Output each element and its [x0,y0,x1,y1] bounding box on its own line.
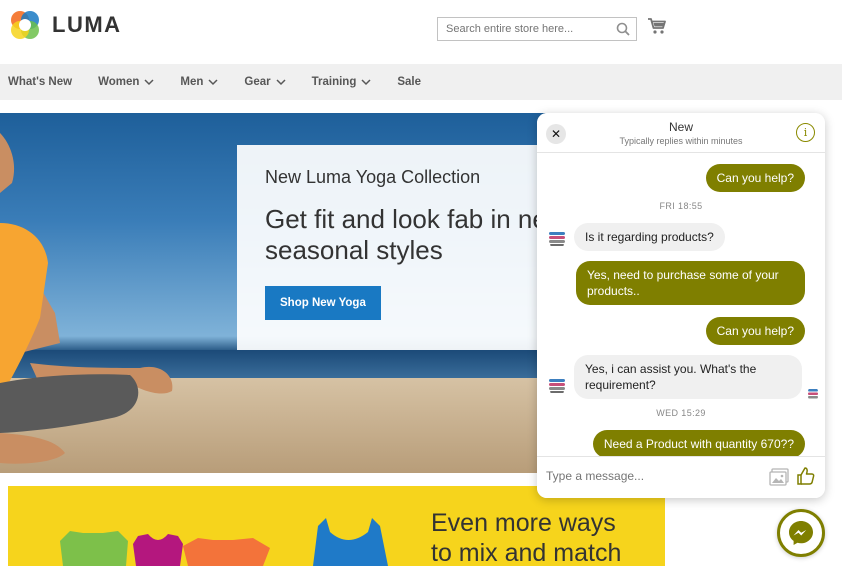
messenger-chat-window: ✕ New Typically replies within minutes i… [537,113,825,498]
chevron-down-icon [361,79,371,86]
page-avatar [547,228,567,248]
page-avatar [547,375,567,395]
site-header: LUMA [0,0,842,64]
chevron-down-icon [276,79,286,86]
chevron-down-icon [144,79,154,86]
nav-item-label: Training [311,76,357,88]
search-icon[interactable] [616,22,630,36]
message-outgoing: Can you help? [705,317,805,345]
message-incoming: Is it regarding products? [574,223,725,251]
nav-item-sale[interactable]: Sale [397,76,421,88]
tank-tops-image [60,518,388,566]
image-icon[interactable] [769,468,789,486]
info-icon[interactable]: i [796,123,815,142]
search-input[interactable] [438,18,608,40]
chat-composer [537,456,825,498]
message-incoming: Yes, i can assist you. What's the requir… [574,355,802,399]
nav-item-label: What's New [8,76,73,88]
read-receipt-avatar [808,389,818,399]
yoga-model-image [0,133,173,464]
message-timestamp: WED 15:29 [656,408,706,418]
nav-item-gear[interactable]: Gear [244,76,286,88]
nav-item-women[interactable]: Women [98,76,154,88]
nav-item-label: Men [180,76,204,88]
logo-text: LUMA [52,12,122,37]
message-outgoing: Need a Product with quantity 670?? [592,430,805,456]
nav-item-label: Sale [397,76,422,88]
nav-item-men[interactable]: Men [180,76,218,88]
banner-text: Even more ways to mix and match [431,508,621,566]
nav-item-label: Gear [244,76,271,88]
messenger-icon [789,521,813,545]
chat-title: New [668,120,693,134]
message-timestamp: FRI 18:55 [659,201,703,211]
message-input[interactable] [546,469,756,483]
messenger-launcher-button[interactable] [777,509,825,557]
luma-logo-icon [11,11,39,39]
thumbs-up-icon[interactable] [796,466,816,486]
nav-item-training[interactable]: Training [312,76,372,88]
message-outgoing: Yes, need to purchase some of your produ… [576,261,805,305]
mix-and-match-banner[interactable]: Even more ways to mix and match [8,486,665,566]
chat-header: ✕ New Typically replies within minutes i [537,113,825,153]
banner-line-1: Even more ways [431,509,616,537]
message-outgoing: Can you help? [705,164,805,192]
search-box [437,17,637,41]
nav-item-whats-new[interactable]: What's New [8,76,72,88]
nav-item-label: Women [98,76,140,88]
chat-messages[interactable]: Can you help? FRI 18:55 Is it regarding … [537,154,825,456]
main-navigation: What's New Women Men Gear Training Sale [0,64,842,100]
banner-line-2: to mix and match [431,539,622,566]
cart-icon[interactable] [647,17,667,35]
shop-new-yoga-button[interactable]: Shop New Yoga [265,286,381,320]
luma-logo[interactable]: LUMA [8,8,122,42]
chat-subtitle: Typically replies within minutes [619,136,743,146]
chevron-down-icon [208,79,218,86]
